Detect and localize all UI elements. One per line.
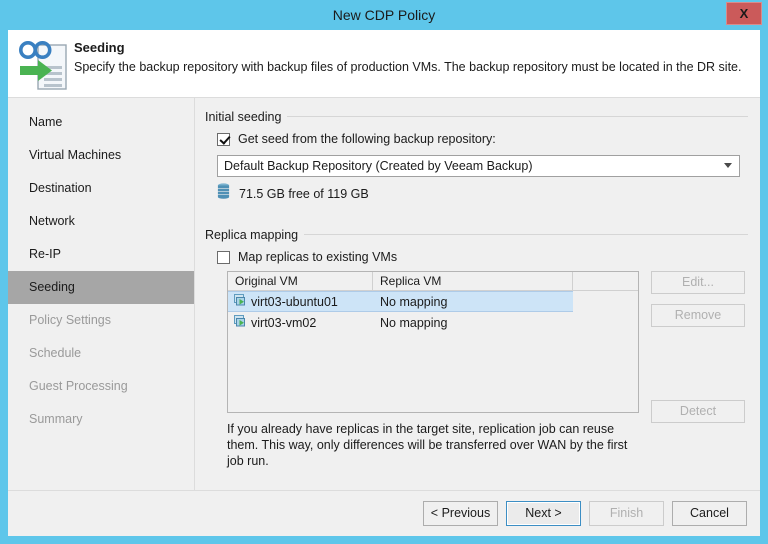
window-title: New CDP Policy: [0, 0, 768, 30]
cell-original-vm: virt03-vm02: [228, 314, 373, 331]
virtual-machine-icon: [233, 314, 247, 331]
sidebar-item-virtual-machines[interactable]: Virtual Machines: [8, 139, 194, 172]
remove-button[interactable]: Remove: [651, 304, 745, 327]
map-replicas-checkbox-row[interactable]: Map replicas to existing VMs: [217, 250, 748, 264]
dialog-header: Seeding Specify the backup repository wi…: [8, 30, 760, 98]
page-content: Initial seeding Get seed from the follow…: [195, 98, 760, 490]
sidebar-item-network[interactable]: Network: [8, 205, 194, 238]
cdp-policy-dialog: New CDP Policy X: [0, 0, 768, 544]
sidebar-item-schedule[interactable]: Schedule: [8, 337, 194, 370]
backup-repository-select[interactable]: Default Backup Repository (Created by Ve…: [217, 155, 740, 177]
sidebar-item-guest-processing[interactable]: Guest Processing: [8, 370, 194, 403]
repository-disk-icon: [217, 183, 230, 204]
sidebar-item-destination[interactable]: Destination: [8, 172, 194, 205]
finish-button[interactable]: Finish: [589, 501, 664, 526]
replica-mapping-table[interactable]: Original VM Replica VM: [227, 271, 639, 413]
replica-mapping-title: Replica mapping: [205, 228, 304, 242]
virtual-machine-icon: [233, 293, 247, 310]
original-vm-name: virt03-ubuntu01: [251, 295, 338, 309]
cell-original-vm: virt03-ubuntu01: [228, 293, 373, 310]
dialog-inner: Seeding Specify the backup repository wi…: [8, 30, 760, 536]
sidebar-item-summary[interactable]: Summary: [8, 403, 194, 436]
sidebar-item-seeding[interactable]: Seeding: [8, 271, 194, 304]
cdp-seeding-icon: [16, 36, 70, 92]
column-header-original-vm[interactable]: Original VM: [228, 272, 373, 290]
get-seed-checkbox[interactable]: [217, 133, 230, 146]
sidebar-item-name[interactable]: Name: [8, 106, 194, 139]
dialog-footer: < Previous Next > Finish Cancel: [8, 490, 760, 536]
column-header-replica-vm[interactable]: Replica VM: [373, 272, 573, 290]
next-button[interactable]: Next >: [506, 501, 581, 526]
table-row[interactable]: virt03-vm02 No mapping: [228, 312, 638, 333]
chevron-down-icon: [724, 163, 732, 168]
repository-free-space: 71.5 GB free of 119 GB: [239, 187, 369, 201]
table-header-row: Original VM Replica VM: [228, 272, 638, 291]
table-body: virt03-ubuntu01 No mapping: [228, 291, 638, 412]
replica-mapping-area: Original VM Replica VM: [227, 271, 748, 413]
sidebar-item-policy-settings[interactable]: Policy Settings: [8, 304, 194, 337]
title-bar: New CDP Policy X: [0, 0, 768, 30]
page-description: Specify the backup repository with backu…: [74, 60, 741, 74]
page-title: Seeding: [74, 40, 741, 55]
original-vm-name: virt03-vm02: [251, 316, 316, 330]
cancel-button[interactable]: Cancel: [672, 501, 747, 526]
cell-replica-vm: No mapping: [373, 295, 573, 309]
get-seed-checkbox-label: Get seed from the following backup repos…: [238, 132, 496, 146]
dialog-body: Name Virtual Machines Destination Networ…: [8, 98, 760, 490]
header-text-block: Seeding Specify the backup repository wi…: [70, 36, 741, 97]
replica-mapping-group-header: Replica mapping: [205, 226, 748, 242]
table-row[interactable]: virt03-ubuntu01 No mapping: [228, 291, 573, 312]
initial-seeding-group-header: Initial seeding: [205, 108, 748, 124]
sidebar-item-re-ip[interactable]: Re-IP: [8, 238, 194, 271]
repository-free-space-row: 71.5 GB free of 119 GB: [217, 183, 748, 204]
replica-mapping-hint: If you already have replicas in the targ…: [227, 421, 639, 469]
map-replicas-checkbox[interactable]: [217, 251, 230, 264]
wizard-steps-sidebar: Name Virtual Machines Destination Networ…: [8, 98, 195, 490]
replica-mapping-buttons: Edit... Remove Detect: [651, 271, 745, 423]
previous-button[interactable]: < Previous: [423, 501, 498, 526]
cell-replica-vm: No mapping: [373, 316, 573, 330]
backup-repository-value: Default Backup Repository (Created by Ve…: [224, 159, 533, 173]
detect-button[interactable]: Detect: [651, 400, 745, 423]
close-icon[interactable]: X: [726, 2, 762, 25]
map-replicas-checkbox-label: Map replicas to existing VMs: [238, 250, 397, 264]
column-header-empty[interactable]: [573, 272, 638, 290]
initial-seeding-title: Initial seeding: [205, 110, 287, 124]
get-seed-checkbox-row[interactable]: Get seed from the following backup repos…: [217, 132, 748, 146]
edit-button[interactable]: Edit...: [651, 271, 745, 294]
